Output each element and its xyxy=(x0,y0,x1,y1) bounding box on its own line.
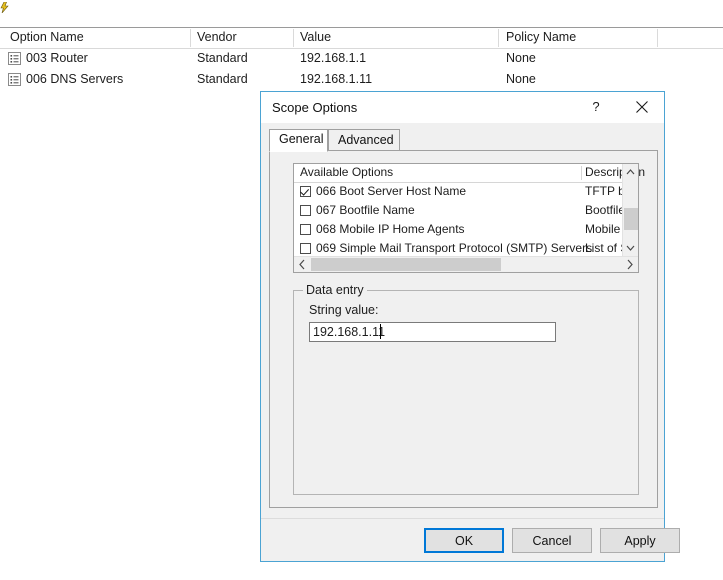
grid-column-separator[interactable] xyxy=(657,29,658,47)
option-description: List of SMTI xyxy=(585,241,627,255)
svg-text:?: ? xyxy=(592,100,599,114)
close-x-icon xyxy=(620,100,664,114)
option-label: 069 Simple Mail Transport Protocol (SMTP… xyxy=(316,241,593,255)
option-description: Bootfile Nan xyxy=(585,203,627,217)
chevron-down-icon[interactable] xyxy=(623,240,638,256)
cell-value: 192.168.1.1 xyxy=(300,51,367,65)
available-options-header: Available Options Description xyxy=(294,164,645,183)
chevron-right-icon[interactable] xyxy=(622,257,638,272)
cell-option-name: 006 DNS Servers xyxy=(26,72,124,86)
vertical-scrollbar-thumb[interactable] xyxy=(624,208,638,230)
tab-advanced[interactable]: Advanced xyxy=(328,129,400,151)
grid-column-separator[interactable] xyxy=(293,29,294,47)
grid-column-header-option-name[interactable]: Option Name xyxy=(10,30,84,44)
cell-vendor: Standard xyxy=(197,51,248,65)
tab-general[interactable]: General xyxy=(269,129,328,152)
cell-policy-name: None xyxy=(506,51,536,65)
option-label: 067 Bootfile Name xyxy=(316,203,415,217)
dialog-tabstrip: General Advanced xyxy=(269,129,658,152)
dialog-title: Scope Options xyxy=(272,100,358,115)
cancel-button[interactable]: Cancel xyxy=(512,528,592,553)
tab-advanced-label: Advanced xyxy=(338,133,394,147)
grid-column-header-policy-name[interactable]: Policy Name xyxy=(506,30,576,44)
option-checkbox[interactable] xyxy=(300,224,311,235)
grid-column-header-value[interactable]: Value xyxy=(300,30,331,44)
string-value-label: String value: xyxy=(309,303,379,317)
data-entry-group: Data entry String value: xyxy=(293,283,639,495)
horizontal-scrollbar-thumb[interactable] xyxy=(311,258,501,271)
top-strip xyxy=(0,0,723,27)
tab-page-general: Available Options Description 066 Boot S… xyxy=(269,151,658,508)
option-checkbox[interactable] xyxy=(300,243,311,254)
list-option-icon xyxy=(8,73,21,86)
chevron-left-icon[interactable] xyxy=(294,257,310,272)
chevron-up-icon[interactable] xyxy=(623,164,638,180)
cell-vendor: Standard xyxy=(197,72,248,86)
small-app-icon xyxy=(0,1,9,14)
list-column-header-available-options[interactable]: Available Options xyxy=(300,165,393,179)
list-column-separator[interactable] xyxy=(581,166,582,180)
string-value-input[interactable] xyxy=(309,322,556,342)
apply-button[interactable]: Apply xyxy=(600,528,680,553)
dialog-titlebar[interactable]: Scope Options ? xyxy=(261,92,664,123)
list-item[interactable]: 068 Mobile IP Home Agents Mobile IP ho xyxy=(294,221,638,240)
table-row[interactable]: 006 DNS Servers Standard 192.168.1.11 No… xyxy=(0,70,723,91)
option-description: Mobile IP ho xyxy=(585,222,627,236)
list-horizontal-scrollbar[interactable] xyxy=(294,256,638,272)
scope-options-dialog: Scope Options ? General Advanced Availab… xyxy=(260,91,680,562)
table-row[interactable]: 003 Router Standard 192.168.1.1 None xyxy=(0,49,723,70)
option-checkbox[interactable] xyxy=(300,186,311,197)
grid-column-header-vendor[interactable]: Vendor xyxy=(197,30,237,44)
option-label: 066 Boot Server Host Name xyxy=(316,184,467,198)
grid-column-separator[interactable] xyxy=(190,29,191,47)
option-description: TFTP boot s xyxy=(585,184,627,198)
cell-value: 192.168.1.11 xyxy=(300,72,373,86)
data-entry-legend: Data entry xyxy=(303,283,367,297)
cell-policy-name: None xyxy=(506,72,536,86)
tab-general-label: General xyxy=(279,132,324,146)
option-checkbox[interactable] xyxy=(300,205,311,216)
dialog-button-bar: OK Cancel Apply xyxy=(261,518,680,562)
available-options-list[interactable]: Available Options Description 066 Boot S… xyxy=(293,163,645,273)
ok-button[interactable]: OK xyxy=(424,528,504,553)
close-button[interactable] xyxy=(620,92,664,122)
help-button[interactable]: ? xyxy=(574,92,618,122)
cell-option-name: 003 Router xyxy=(26,51,88,65)
grid-header-row: Option Name Vendor Value Policy Name xyxy=(0,28,723,49)
list-option-icon xyxy=(8,52,21,65)
option-label: 068 Mobile IP Home Agents xyxy=(316,222,465,236)
list-item[interactable]: 066 Boot Server Host Name TFTP boot s xyxy=(294,183,638,202)
list-item[interactable]: 067 Bootfile Name Bootfile Nan xyxy=(294,202,638,221)
grid-column-separator[interactable] xyxy=(498,29,499,47)
text-cursor xyxy=(380,324,381,339)
question-mark-icon: ? xyxy=(574,100,618,114)
